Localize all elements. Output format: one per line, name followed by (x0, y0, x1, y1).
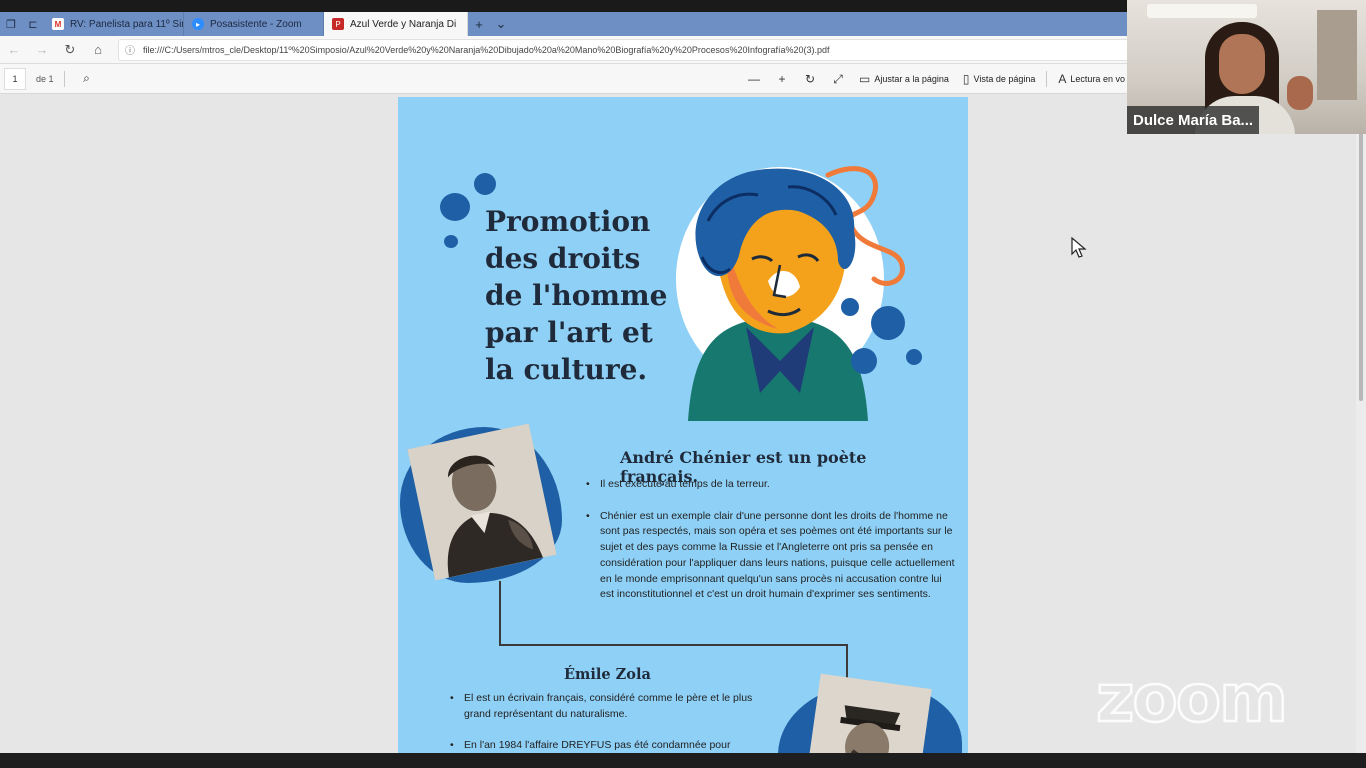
rotate-icon[interactable]: ↻ (798, 67, 822, 91)
pdf-toolbar-right: — + ↻ ⤢ ▭ Ajustar a la página ▯ Vista de p… (742, 64, 1130, 94)
toolbar-divider (63, 70, 65, 87)
read-aloud-button[interactable]: A Lectura en vo (1053, 67, 1130, 91)
zoom-out-icon[interactable]: — (742, 67, 766, 91)
video-shelf (1317, 10, 1357, 100)
bullet-item: El est un écrivain français, considéré c… (450, 691, 762, 722)
vertical-tabs-icon[interactable]: ⊏ (22, 12, 44, 36)
fit-page-icon: ▭ (859, 72, 871, 86)
tab-pdf[interactable]: P Azul Verde y Naranja Di × (324, 12, 468, 36)
new-tab-button[interactable]: + (468, 12, 490, 36)
page-count: de 1 (36, 73, 54, 84)
page-view-label: Vista de página (973, 74, 1036, 84)
forward-arrow-icon[interactable]: → (28, 36, 56, 64)
read-aloud-label: Lectura en vo (1070, 74, 1125, 84)
chenier-bullets: Il est exécuté au temps de la terreur. C… (586, 477, 958, 619)
participant-video-tile[interactable]: Dulce María Ba... (1127, 0, 1366, 134)
timeline-connector (499, 644, 847, 646)
bullet-item: Il est exécuté au temps de la terreur. (586, 477, 958, 493)
pdf-icon: P (332, 18, 344, 30)
pdf-page: Promotion des droits de l'homme par l'ar… (398, 97, 968, 753)
fit-to-page-button[interactable]: ▭ Ajustar a la página (854, 67, 954, 91)
tab-label: Azul Verde y Naranja Di (350, 18, 457, 30)
reload-icon[interactable]: ↻ (56, 36, 84, 64)
screen: ❐ ⊏ M RV: Panelista para 11º Simp ▸ Posa… (0, 0, 1366, 768)
back-arrow-icon[interactable]: ← (0, 36, 28, 64)
mouse-cursor-icon (1071, 237, 1087, 258)
decor-blob (444, 235, 458, 248)
tab-zoom[interactable]: ▸ Posasistente - Zoom (184, 12, 324, 36)
decor-blob (440, 193, 470, 221)
pdf-viewport[interactable]: Promotion des droits de l'homme par l'ar… (0, 95, 1366, 753)
decor-dot (906, 349, 922, 365)
video-ceiling-light (1147, 4, 1257, 18)
decor-dot (851, 348, 877, 374)
decor-blob (474, 173, 496, 195)
bullet-item: Chénier est un exemple clair d'une perso… (586, 509, 958, 603)
tab-gmail[interactable]: M RV: Panelista para 11º Simp (44, 12, 184, 36)
scrollbar-thumb[interactable] (1359, 101, 1363, 401)
andre-chenier-photo (407, 423, 557, 581)
zoom-in-icon[interactable]: + (770, 67, 794, 91)
tab-label: Posasistente - Zoom (210, 18, 302, 30)
url-text: file:///C:/Users/mtros_cle/Desktop/11º%2… (143, 44, 830, 55)
participant-face (1219, 34, 1265, 94)
decor-dot (841, 298, 859, 316)
page-view-icon: ▯ (962, 72, 970, 86)
zola-bullets: El est un écrivain français, considéré c… (450, 691, 762, 753)
search-icon[interactable]: ⌕ (75, 67, 99, 91)
section-heading-zola: Émile Zola (564, 666, 651, 683)
poet-portrait-illustration (676, 166, 922, 421)
participant-hand (1287, 76, 1313, 110)
zoom-watermark-logo: zoom (1095, 660, 1289, 737)
page-number-input[interactable]: 1 (4, 67, 26, 90)
home-icon[interactable]: ⌂ (84, 36, 112, 64)
decor-dot (871, 306, 905, 340)
tab-menu-chevron-icon[interactable]: ⌄ (490, 12, 512, 36)
read-aloud-icon: A (1058, 72, 1067, 86)
bullet-item: En l'an 1984 l'affaire DREYFUS pas été c… (450, 738, 762, 753)
fullscreen-icon[interactable]: ⤢ (826, 67, 850, 91)
timeline-connector (499, 581, 501, 645)
toolbar-divider (1046, 71, 1048, 87)
zoom-icon: ▸ (192, 18, 204, 30)
bottom-edge (0, 753, 1366, 768)
fit-label: Ajustar a la página (874, 74, 949, 84)
vertical-scrollbar[interactable] (1356, 95, 1366, 753)
participant-name: Dulce María Ba... (1127, 106, 1260, 134)
tab-actions-icon[interactable]: ❐ (0, 12, 22, 36)
info-icon[interactable]: ⓘ (125, 42, 135, 57)
tab-label: RV: Panelista para 11º Simp (70, 18, 184, 30)
emile-zola-photo (808, 673, 932, 753)
gmail-icon: M (52, 18, 64, 30)
page-view-button[interactable]: ▯ Vista de página (958, 67, 1041, 91)
